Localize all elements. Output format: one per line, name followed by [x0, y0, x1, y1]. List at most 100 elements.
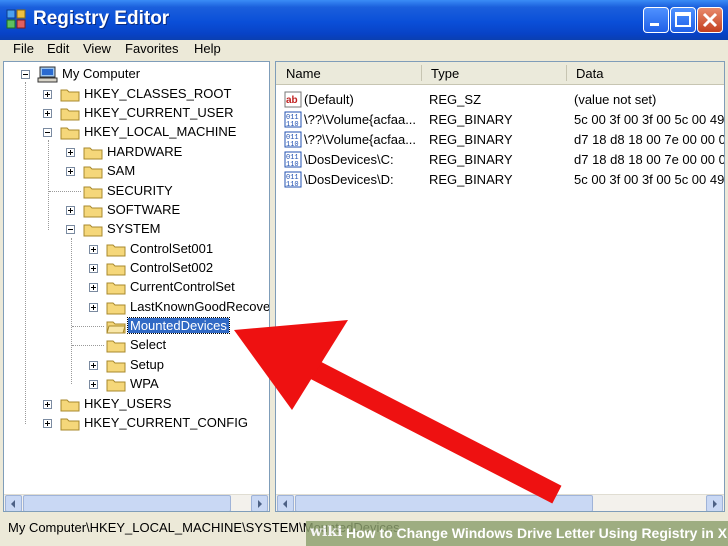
svg-text:ab: ab: [286, 95, 298, 106]
folder-icon: [106, 282, 126, 295]
menu-file[interactable]: File: [13, 41, 34, 56]
tree-item-sam[interactable]: SAM: [4, 162, 264, 181]
arrow-right-icon: [713, 500, 717, 508]
binary-value-icon: 011110: [284, 131, 302, 148]
tree-item-hkey-local-machine[interactable]: HKEY_LOCAL_MACHINE: [4, 123, 264, 142]
menu-view[interactable]: View: [83, 41, 111, 56]
scroll-right-button[interactable]: [251, 495, 268, 511]
tree-horizontal-scrollbar[interactable]: [4, 494, 269, 511]
column-divider[interactable]: [566, 65, 567, 81]
caption-text: How to Change Windows Drive Letter Using…: [346, 525, 728, 541]
folder-open-icon: [106, 321, 126, 334]
binary-value-icon: 011110: [284, 111, 302, 128]
tree-item-security[interactable]: SECURITY: [4, 182, 264, 201]
tree-item-controlset002[interactable]: ControlSet002: [4, 259, 268, 278]
svg-text:110: 110: [286, 181, 299, 188]
folder-icon: [83, 205, 103, 218]
menu-favorites[interactable]: Favorites: [125, 41, 178, 56]
collapse-icon[interactable]: [21, 70, 30, 79]
tree-item-lastknowngoodrecovery[interactable]: LastKnownGoodRecove: [4, 298, 269, 317]
minimize-button[interactable]: [643, 7, 669, 33]
registry-editor-window: Registry Editor File Edit View Favorites…: [0, 0, 728, 546]
tree-item-mounteddevices[interactable]: MountedDevices: [4, 317, 268, 336]
value-row[interactable]: 011 110 \??\Volume{acfaa... REG_BINARY 5c…: [276, 110, 724, 130]
folder-open-icon: [83, 224, 103, 237]
value-row[interactable]: 011 110 \DosDevices\C: REG_BINARY d7 18 d…: [276, 150, 724, 170]
expand-icon[interactable]: [66, 206, 75, 215]
value-row[interactable]: 011 110 \DosDevices\D: REG_BINARY 5c 00 3…: [276, 170, 724, 190]
minimize-icon: [650, 23, 659, 26]
menu-bar: File Edit View Favorites Help: [0, 40, 728, 60]
scroll-thumb[interactable]: [295, 495, 593, 511]
list-header: Name Type Data: [276, 62, 724, 85]
expand-icon[interactable]: [43, 419, 52, 428]
tree-item-hkey-classes-root[interactable]: HKEY_CLASSES_ROOT: [4, 85, 264, 104]
expand-icon[interactable]: [43, 90, 52, 99]
tree-item-currentcontrolset[interactable]: CurrentControlSet: [4, 278, 268, 297]
tree-item-setup[interactable]: Setup: [4, 356, 268, 375]
column-type[interactable]: Type: [431, 66, 459, 81]
key-tree-pane[interactable]: My Computer HKEY_CLASSES_ROOT HKEY_CURRE…: [3, 61, 270, 512]
expand-icon[interactable]: [43, 400, 52, 409]
folder-icon: [83, 147, 103, 160]
folder-icon: [83, 186, 103, 199]
folder-icon: [106, 263, 126, 276]
expand-icon[interactable]: [89, 380, 98, 389]
arrow-left-icon: [283, 500, 287, 508]
expand-icon[interactable]: [89, 283, 98, 292]
caption-brand: wiki: [310, 524, 343, 540]
value-row[interactable]: 011 110 \??\Volume{acfaa... REG_BINARY d7…: [276, 130, 724, 150]
svg-text:110: 110: [286, 121, 299, 128]
title-bar[interactable]: Registry Editor: [0, 0, 728, 40]
column-data[interactable]: Data: [576, 66, 603, 81]
scroll-thumb[interactable]: [23, 495, 231, 511]
value-row[interactable]: ab (Default) REG_SZ (value not set): [276, 90, 724, 110]
expand-icon[interactable]: [43, 109, 52, 118]
values-horizontal-scrollbar[interactable]: [276, 494, 724, 511]
tree-line: [72, 345, 104, 346]
expand-icon[interactable]: [89, 264, 98, 273]
folder-icon: [60, 418, 80, 431]
tree-line: [72, 326, 104, 327]
collapse-icon[interactable]: [66, 225, 75, 234]
tree-item-hkey-current-config[interactable]: HKEY_CURRENT_CONFIG: [4, 414, 264, 433]
close-icon: [702, 12, 718, 28]
expand-icon[interactable]: [89, 361, 98, 370]
folder-icon: [60, 89, 80, 102]
svg-text:110: 110: [286, 161, 299, 168]
tree-item-select[interactable]: Select: [4, 336, 268, 355]
tree-item-my-computer[interactable]: My Computer: [4, 65, 264, 84]
scroll-left-button[interactable]: [277, 495, 294, 511]
scroll-left-button[interactable]: [5, 495, 22, 511]
folder-icon: [106, 360, 126, 373]
close-button[interactable]: [697, 7, 723, 33]
folder-icon: [60, 399, 80, 412]
tree-item-hardware[interactable]: HARDWARE: [4, 143, 264, 162]
caption-banner: wiki How to Change Windows Drive Letter …: [306, 521, 728, 546]
menu-edit[interactable]: Edit: [47, 41, 69, 56]
folder-icon: [83, 166, 103, 179]
column-name[interactable]: Name: [286, 66, 321, 81]
maximize-button[interactable]: [670, 7, 696, 33]
expand-icon[interactable]: [89, 303, 98, 312]
expand-icon[interactable]: [66, 148, 75, 157]
maximize-icon: [675, 12, 691, 27]
tree-item-software[interactable]: SOFTWARE: [4, 201, 264, 220]
tree-item-wpa[interactable]: WPA: [4, 375, 268, 394]
registry-editor-icon: [6, 9, 26, 29]
arrow-left-icon: [11, 500, 15, 508]
scroll-right-button[interactable]: [706, 495, 723, 511]
collapse-icon[interactable]: [43, 128, 52, 137]
expand-icon[interactable]: [66, 167, 75, 176]
tree-item-hkey-current-user[interactable]: HKEY_CURRENT_USER: [4, 104, 264, 123]
tree-item-system[interactable]: SYSTEM: [4, 220, 264, 239]
arrow-right-icon: [258, 500, 262, 508]
svg-text:110: 110: [286, 141, 299, 148]
menu-help[interactable]: Help: [194, 41, 221, 56]
values-pane[interactable]: Name Type Data ab (Default) REG_SZ (valu…: [275, 61, 725, 512]
expand-icon[interactable]: [89, 245, 98, 254]
tree-item-controlset001[interactable]: ControlSet001: [4, 240, 268, 259]
window-title: Registry Editor: [33, 8, 170, 29]
column-divider[interactable]: [421, 65, 422, 81]
tree-item-hkey-users[interactable]: HKEY_USERS: [4, 395, 264, 414]
